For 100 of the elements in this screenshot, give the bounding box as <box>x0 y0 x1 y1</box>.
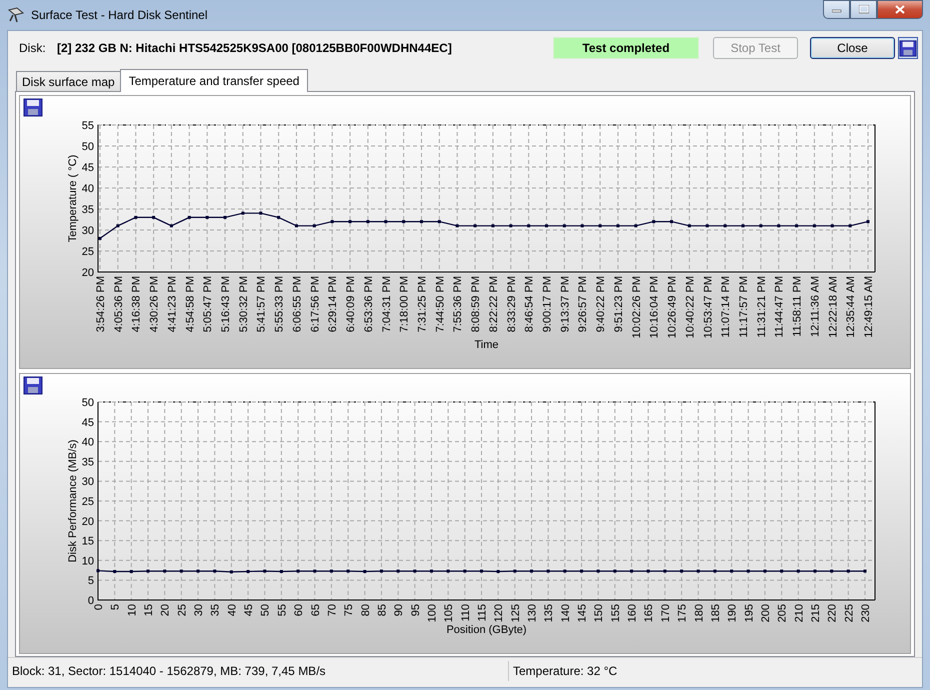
axis-tick-label: 30 <box>82 225 94 237</box>
maximize-icon[interactable] <box>858 5 868 14</box>
axis-tick-label: 40 <box>82 183 94 195</box>
data-point <box>864 570 866 573</box>
data-point <box>430 570 433 573</box>
data-point <box>188 216 191 219</box>
axis-tick-label: 125 <box>510 604 522 622</box>
axis-tick-label: 8:33:29 PM <box>506 276 518 332</box>
data-point <box>663 570 666 573</box>
axis-tick-label: 20 <box>82 516 94 528</box>
axis-tick-label: 6:40:09 PM <box>345 276 358 332</box>
data-point <box>706 224 709 228</box>
axis-tick-label: 11:07:14 PM <box>720 276 732 338</box>
save-button[interactable] <box>898 37 918 59</box>
axis-tick-label: 205 <box>776 604 789 622</box>
data-point <box>713 570 716 573</box>
axis-tick-label: 4:30:26 PM <box>148 276 161 332</box>
axis-title: Disk Performance (MB/s) <box>67 440 79 562</box>
axis-tick-label: 210 <box>793 604 806 622</box>
axis-tick-label: 90 <box>393 604 406 616</box>
save-icon[interactable] <box>23 376 43 394</box>
axis-tick-label: 135 <box>543 604 556 622</box>
data-point <box>730 570 734 573</box>
data-point <box>530 570 534 573</box>
close-icon[interactable] <box>895 5 905 14</box>
axis-tick-label: 6:29:14 PM <box>327 276 340 332</box>
data-point <box>780 570 784 573</box>
data-point <box>330 570 333 573</box>
data-point <box>741 224 744 228</box>
axis-tick-label: 6:53:36 PM <box>362 276 375 332</box>
axis-tick-label: 5:55:33 PM <box>274 276 286 332</box>
axis-tick-label: 100 <box>426 604 438 622</box>
data-point <box>763 570 766 573</box>
axis-tick-label: 160 <box>626 604 639 622</box>
data-point <box>491 224 494 228</box>
data-point <box>777 224 780 228</box>
action-button[interactable]: Close <box>810 37 895 59</box>
maximize-button[interactable] <box>850 0 877 19</box>
data-point <box>402 220 406 224</box>
data-point <box>456 224 459 228</box>
axis-tick-label: 75 <box>343 604 356 616</box>
data-point <box>866 220 870 224</box>
data-point <box>596 570 600 573</box>
axis-tick-label: 140 <box>560 604 572 622</box>
data-point <box>259 212 262 215</box>
axis-tick-label: 30 <box>193 604 206 616</box>
disk-label: Disk: <box>19 41 47 55</box>
axis-tick-label: 195 <box>743 604 756 622</box>
axis-tick-label: 175 <box>676 604 689 622</box>
data-point <box>830 570 834 573</box>
axis-tick-label: 15 <box>82 536 94 548</box>
data-point <box>263 570 266 573</box>
data-point <box>480 570 483 573</box>
axis-tick-label: 8:08:59 PM <box>470 276 482 332</box>
data-point <box>363 570 366 573</box>
close-button[interactable] <box>877 0 923 19</box>
data-point <box>746 570 750 573</box>
axis-tick-label: 9:00:17 PM <box>542 276 554 332</box>
data-point <box>296 570 300 573</box>
axis-tick-label: 50 <box>260 604 272 616</box>
axis-tick-label: 9:40:22 PM <box>595 276 608 332</box>
axis-tick-label: 220 <box>826 604 839 622</box>
data-point <box>420 220 423 224</box>
axis-tick-label: 45 <box>82 162 94 174</box>
tab[interactable]: Disk surface map <box>16 71 121 91</box>
axis-tick-label: 20 <box>160 604 172 616</box>
data-point <box>796 570 800 573</box>
axis-tick-label: 3:54:26 PM <box>95 276 107 332</box>
data-point <box>230 570 233 574</box>
minimize-button[interactable] <box>823 0 850 19</box>
axis-tick-label: 120 <box>493 604 506 622</box>
data-point <box>213 570 216 573</box>
axis-tick-label: 4:05:36 PM <box>112 276 125 332</box>
axis-tick-label: 30 <box>82 476 94 488</box>
axis-tick-label: 8:22:22 PM <box>488 276 500 332</box>
data-point <box>724 224 727 228</box>
axis-tick-label: 130 <box>526 604 539 622</box>
data-point <box>312 224 316 228</box>
axis-tick-label: 11:17:57 PM <box>738 276 750 338</box>
save-icon[interactable] <box>23 98 43 116</box>
data-point <box>563 570 566 573</box>
data-point <box>366 220 370 224</box>
data-point <box>646 570 650 573</box>
axis-tick-label: 185 <box>710 604 722 622</box>
data-point <box>446 570 450 573</box>
data-point <box>830 224 834 228</box>
axis-tick-label: 165 <box>643 604 656 622</box>
axis-tick-label: 10:16:04 PM <box>648 276 661 338</box>
axis-tick-label: 115 <box>476 604 488 622</box>
data-point <box>438 220 441 224</box>
data-point <box>846 570 850 573</box>
axis-tick-label: 25 <box>176 604 188 616</box>
data-point <box>795 224 798 228</box>
data-point <box>598 224 602 228</box>
axis-title: Temperature ( °C) <box>67 154 79 242</box>
axis-tick-label: 9:51:23 PM <box>612 276 625 332</box>
tab[interactable]: Temperature and transfer speed <box>120 69 308 92</box>
axis-tick-label: 7:18:00 PM <box>398 276 411 332</box>
data-point <box>580 570 584 573</box>
axis-tick-label: 155 <box>610 604 622 622</box>
